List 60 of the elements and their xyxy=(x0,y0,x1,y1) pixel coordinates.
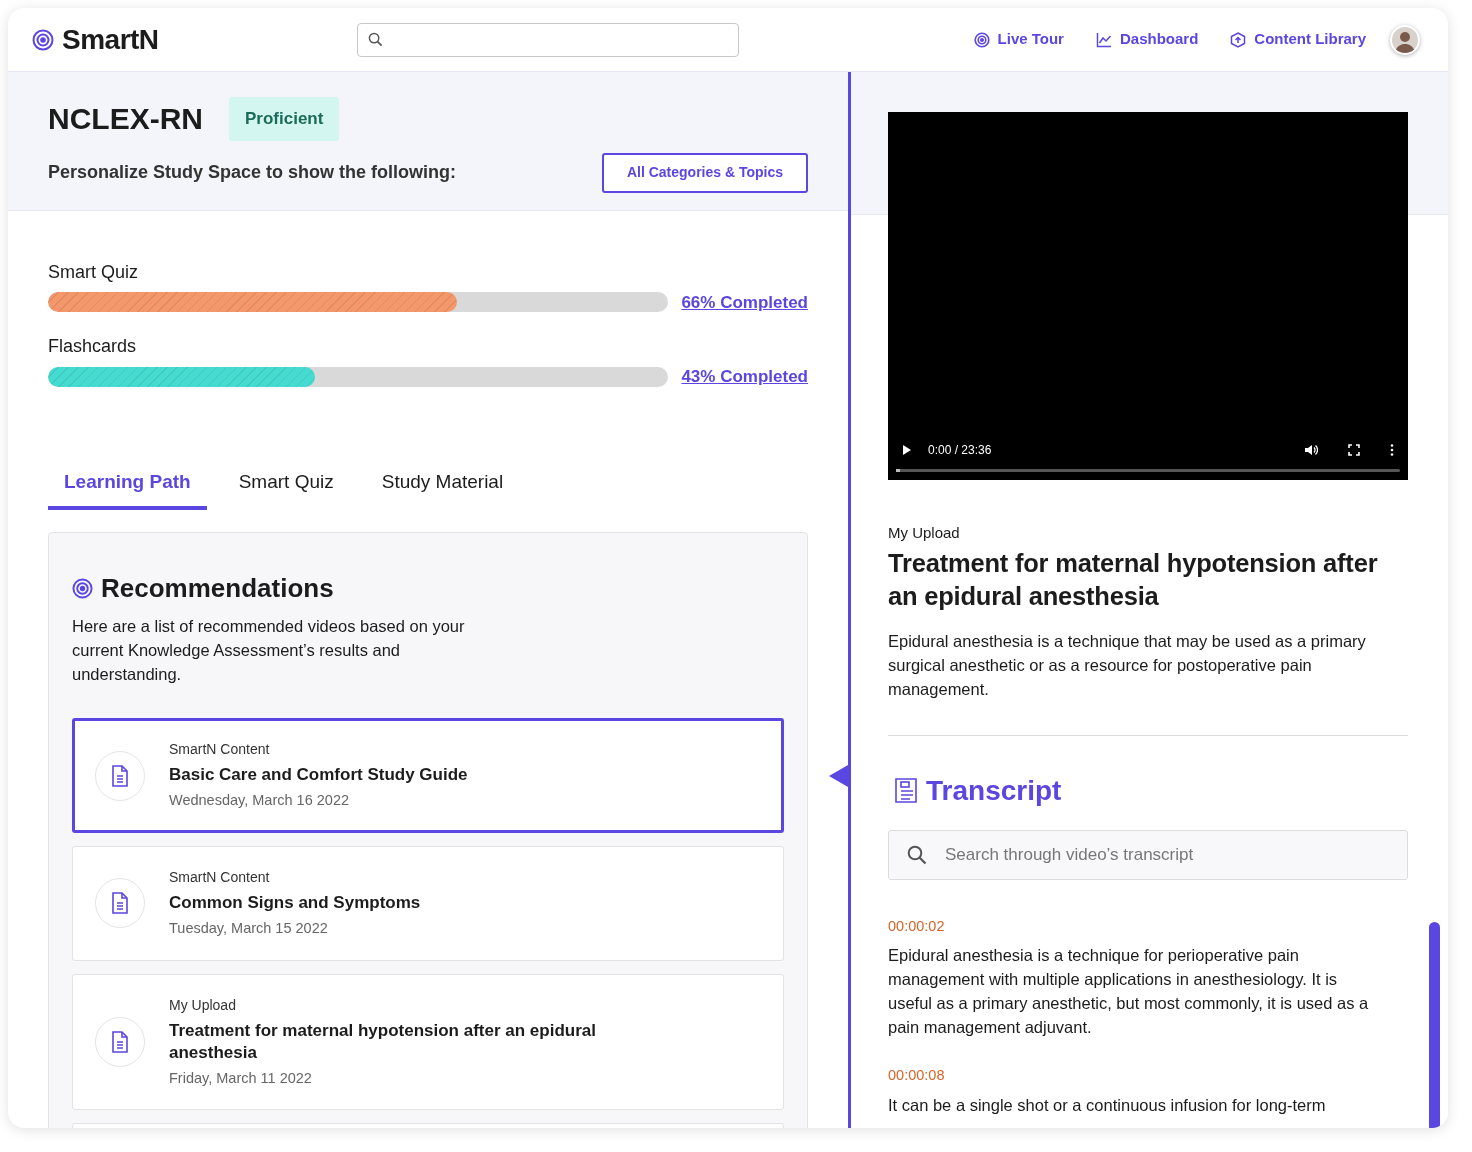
transcript-text: Epidural anesthesia is a technique for perioperative pain management with multiple applications in anesthesiology. It is useful as a primary anesthetic, but most commonly, it is used as a pain management adjuvant. xyxy=(888,945,1370,1039)
content-date: Wednesday, March 16 2022 xyxy=(169,791,351,811)
timestamp[interactable]: 00:00:08 xyxy=(888,1065,1408,1087)
video-description: Epidural anesthesia is a technique that may be used as a primary surgical anesthetic or as a resource for postoperative pain management. xyxy=(888,628,1408,736)
content-date: Tuesday, March 15 2022 xyxy=(169,918,329,938)
more-options-icon[interactable] xyxy=(1390,444,1394,456)
nav-link[interactable]: Dashboard xyxy=(1095,28,1199,51)
search-icon xyxy=(907,844,927,865)
progress-label: Flashcards xyxy=(48,335,138,358)
target-icon xyxy=(72,578,93,600)
tab[interactable]: Study Material xyxy=(365,461,520,510)
transcript-search-field[interactable]: Search through video’s transcript xyxy=(888,829,1408,880)
recommendations-description: Here are a list of recommended videos based on your current Knowledge Assessment’s results and understanding. xyxy=(72,616,466,686)
fullscreen-icon[interactable] xyxy=(1348,444,1360,456)
content-date: Friday, March 11 2022 xyxy=(169,1068,313,1088)
video-source: My Upload xyxy=(888,523,961,543)
document-icon xyxy=(111,892,129,915)
recommendation-card[interactable]: SmartN Content Basic Care and Comfort Study Guide Wednesday, March 16 2022 xyxy=(72,718,784,833)
content-source: SmartN Content xyxy=(169,740,271,760)
content-title: Basic Care and Comfort Study Guide xyxy=(169,764,468,787)
document-icon xyxy=(111,764,129,787)
content-source: My Upload xyxy=(169,995,237,1015)
tab[interactable]: Learning Path xyxy=(48,461,207,510)
line-chart-icon xyxy=(1095,31,1112,48)
brand-logo[interactable]: SmartN xyxy=(62,18,159,61)
content-title: Treatment for maternal hypotension after an epidural anesthesia xyxy=(169,1019,597,1064)
section-heading: Recommendations xyxy=(101,573,334,605)
content-source: SmartN Content xyxy=(169,867,271,887)
user-avatar[interactable] xyxy=(1390,24,1420,55)
document-icon xyxy=(111,1031,129,1054)
transcript-icon xyxy=(894,777,918,804)
proficiency-badge: Proficient xyxy=(229,97,340,141)
scrollbar-thumb[interactable] xyxy=(1429,922,1440,1128)
exam-title: NCLEX-RN xyxy=(48,100,203,137)
video-time: 0:00 / 23:36 xyxy=(928,442,992,459)
nav-link[interactable]: Content Library xyxy=(1230,28,1366,51)
tab[interactable]: Smart Quiz xyxy=(222,461,350,510)
personalize-prompt: Personalize Study Space to show the following: xyxy=(48,161,457,184)
search-icon xyxy=(367,32,383,47)
video-title: Treatment for maternal hypotension after an epidural anesthesia xyxy=(888,547,1379,612)
transcript-text: It can be a single shot or a continuous infusion for long-term xyxy=(888,1095,1327,1116)
target-icon xyxy=(32,28,54,51)
volume-icon[interactable] xyxy=(1304,443,1318,457)
play-icon[interactable] xyxy=(902,444,912,456)
transcript-heading: Transcript xyxy=(926,773,1062,808)
progress-label: Smart Quiz xyxy=(48,260,140,284)
content-title: Common Signs and Symptoms xyxy=(169,891,421,914)
category-filter-button[interactable]: All Categories & Topics xyxy=(602,152,808,193)
target-icon xyxy=(973,31,990,48)
timestamp[interactable]: 00:00:02 xyxy=(888,915,1408,938)
recommendation-card[interactable]: My Upload Treatment for maternal hypotension after an epidural anesthesia Friday, March 11 2022 xyxy=(72,973,784,1111)
recommendation-card[interactable]: SmartN Content Common Signs and Symptoms Tuesday, March 15 2022 xyxy=(72,845,784,961)
upload-box-icon xyxy=(1230,31,1247,48)
search-field[interactable] xyxy=(356,22,739,57)
completion-link[interactable]: 66% Completed xyxy=(681,289,808,315)
nav-link[interactable]: Live Tour xyxy=(973,28,1064,51)
completion-link[interactable]: 43% Completed xyxy=(681,364,808,390)
video-progress-track[interactable] xyxy=(896,469,1400,472)
video-player[interactable]: 0:00 / 23:36 xyxy=(888,112,1408,480)
search-input[interactable]: Search through video’s transcript xyxy=(943,840,1389,869)
